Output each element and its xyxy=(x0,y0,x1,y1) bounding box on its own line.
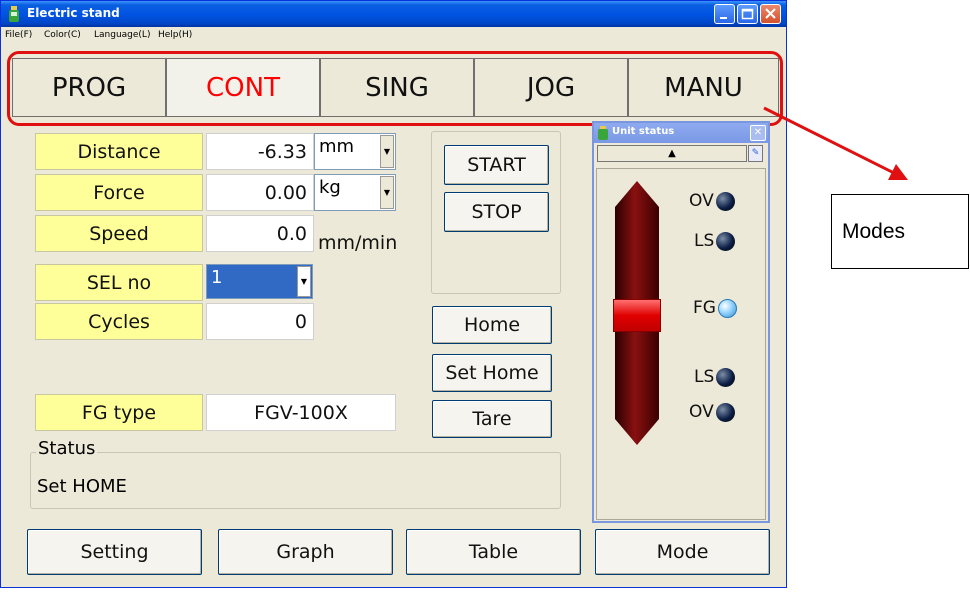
sel-no-select[interactable]: 1 ▼ xyxy=(206,264,313,299)
unit-status-titlebar[interactable]: Unit status ✕ xyxy=(594,123,768,143)
minimize-icon xyxy=(720,17,727,19)
status-text: Set HOME xyxy=(37,476,127,497)
indicator-ls-bottom: LS xyxy=(694,367,736,387)
app-icon xyxy=(598,126,608,140)
mode-button[interactable]: Mode xyxy=(595,529,770,575)
force-value: 0.00 xyxy=(206,174,314,211)
force-unit-value: kg xyxy=(319,177,341,198)
speed-label: Speed xyxy=(35,215,203,252)
chevron-down-icon[interactable]: ▼ xyxy=(380,176,394,209)
indicator-ls-top: LS xyxy=(694,231,736,251)
callout-arrow xyxy=(763,106,908,180)
graph-button[interactable]: Graph xyxy=(218,529,393,575)
slider-handle[interactable] xyxy=(613,299,661,332)
table-button[interactable]: Table xyxy=(406,529,581,575)
chevron-down-icon[interactable]: ▼ xyxy=(297,266,311,297)
modes-highlight xyxy=(7,51,783,126)
cycles-value: 0 xyxy=(206,303,314,340)
set-home-button[interactable]: Set Home xyxy=(432,354,552,392)
home-button[interactable]: Home xyxy=(432,306,552,344)
menu-language[interactable]: Language(L) xyxy=(94,30,150,40)
menu-bar: File(F) Color(C) Language(L) Help(H) xyxy=(1,28,786,44)
stop-button[interactable]: STOP xyxy=(444,192,549,232)
indicator-label: FG xyxy=(693,298,716,318)
speed-value: 0.0 xyxy=(206,215,314,252)
led-off-icon xyxy=(715,402,735,422)
distance-label: Distance xyxy=(35,133,203,170)
start-button[interactable]: START xyxy=(444,145,549,185)
modes-callout: Modes xyxy=(831,194,969,269)
led-off-icon xyxy=(716,231,736,251)
scroll-up-button[interactable]: ▲ xyxy=(597,145,747,162)
sel-no-label: SEL no xyxy=(35,264,203,301)
chevron-down-icon[interactable]: ▼ xyxy=(380,135,394,168)
indicator-label: LS xyxy=(694,367,715,387)
fg-type-label: FG type xyxy=(35,394,203,431)
close-icon xyxy=(765,8,776,19)
indicator-ov-bottom: OV xyxy=(689,402,735,422)
title-bar[interactable]: Electric stand xyxy=(1,1,786,27)
unit-status-panel: Unit status ✕ ▲ ✎ OV LS FG LS OV xyxy=(592,121,770,523)
indicator-fg: FG xyxy=(693,298,737,318)
indicator-label: OV xyxy=(689,191,714,211)
close-button[interactable] xyxy=(760,4,781,24)
tare-button[interactable]: Tare xyxy=(432,400,552,438)
status-legend: Status xyxy=(36,438,98,459)
sel-no-value: 1 xyxy=(211,267,223,288)
setting-button[interactable]: Setting xyxy=(27,529,202,575)
fg-type-value: FGV-100X xyxy=(206,394,396,431)
force-unit-select[interactable]: kg ▼ xyxy=(314,174,396,211)
distance-unit-value: mm xyxy=(319,136,355,157)
minimize-button[interactable] xyxy=(714,4,735,24)
indicator-label: OV xyxy=(689,402,714,422)
unit-status-body: OV LS FG LS OV xyxy=(596,168,766,520)
led-on-icon xyxy=(717,298,737,318)
cycles-label: Cycles xyxy=(35,303,203,340)
indicator-ov-top: OV xyxy=(689,191,735,211)
speed-unit: mm/min xyxy=(318,232,398,254)
window-title: Electric stand xyxy=(27,6,120,20)
led-off-icon xyxy=(716,367,736,387)
maximize-icon xyxy=(741,8,754,20)
led-off-icon xyxy=(715,191,735,211)
distance-value: -6.33 xyxy=(206,133,314,170)
indicator-label: LS xyxy=(694,231,715,251)
distance-unit-select[interactable]: mm ▼ xyxy=(314,133,396,170)
menu-help[interactable]: Help(H) xyxy=(158,30,192,40)
menu-color[interactable]: Color(C) xyxy=(44,30,81,40)
callout-text: Modes xyxy=(842,219,906,243)
force-label: Force xyxy=(35,174,203,211)
maximize-button[interactable] xyxy=(737,4,758,24)
unit-status-title: Unit status xyxy=(612,126,675,137)
app-icon xyxy=(9,6,19,22)
menu-file[interactable]: File(F) xyxy=(5,30,32,40)
